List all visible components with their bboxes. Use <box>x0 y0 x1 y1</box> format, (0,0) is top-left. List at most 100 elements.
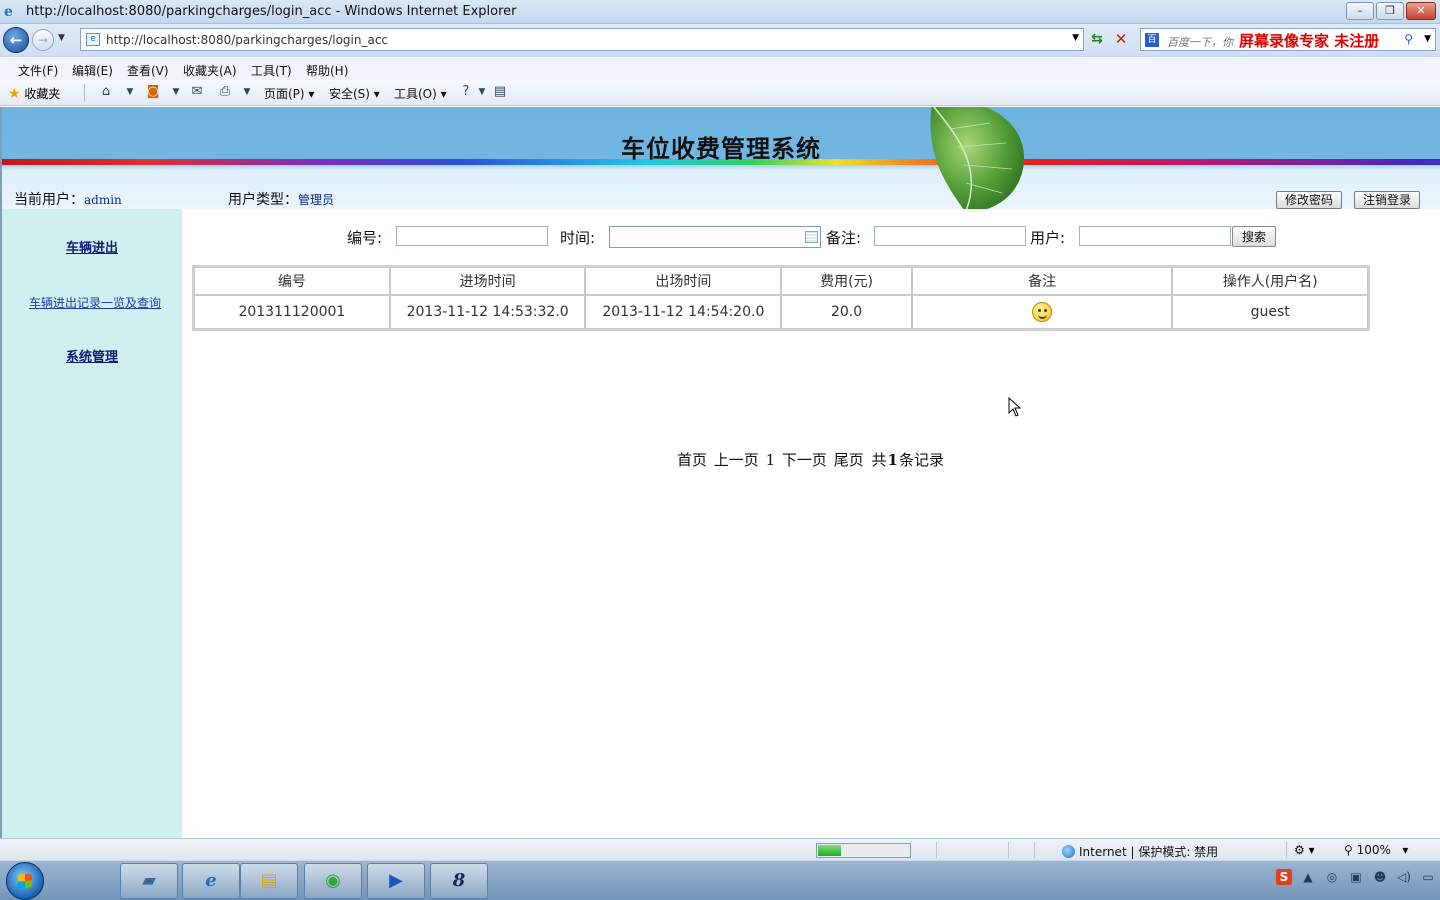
sogou-input-icon[interactable]: S <box>1276 869 1292 885</box>
taskbar-app-explorer-icon[interactable]: ▤ <box>240 863 298 899</box>
address-bar: ← → ▼ e http://localhost:8080/parkingcha… <box>0 24 1440 56</box>
user-input[interactable] <box>1079 226 1231 246</box>
safety-menu-label: 安全(S) <box>329 87 370 101</box>
start-button[interactable] <box>6 862 44 900</box>
page-icon: e <box>86 33 100 46</box>
network-icon[interactable]: ◎ <box>1324 869 1340 885</box>
taskbar-app-notepad-icon[interactable]: ▰ <box>120 863 178 899</box>
sidebar: 车辆进出 车辆进出记录一览及查询 系统管理 <box>2 209 182 838</box>
zoom-control[interactable]: ⚲ 100% ▾ <box>1344 843 1408 857</box>
user-type: 用户类型：管理员 <box>228 189 334 209</box>
logout-button[interactable]: 注销登录 <box>1354 191 1421 209</box>
compat-icon[interactable]: ⚙ ▾ <box>1294 843 1315 857</box>
sidebar-item-records[interactable]: 车辆进出记录一览及查询 <box>2 294 188 311</box>
tools-menu-label: 工具(O) <box>394 87 437 101</box>
close-button[interactable]: ✕ <box>1406 2 1436 20</box>
taskbar-app-player-icon[interactable]: ▶ <box>367 863 425 899</box>
action-center-icon[interactable]: ▭ <box>1420 869 1436 885</box>
menu-favorites[interactable]: 收藏夹(A) <box>183 62 237 79</box>
current-user-label: 当前用户： <box>14 192 84 208</box>
back-button[interactable]: ← <box>3 27 29 53</box>
page-menu-label: 页面(P) <box>264 87 305 101</box>
rss-icon[interactable]: ◙ <box>145 84 161 100</box>
taskbar-app-ie-icon[interactable]: e <box>182 863 240 899</box>
help-icon[interactable]: ? <box>458 84 474 100</box>
forward-button[interactable]: → <box>32 29 54 51</box>
prev-page-link[interactable]: 上一页 <box>714 451 759 469</box>
rss-dropdown-icon[interactable]: ▼ <box>168 84 184 100</box>
taskbar-app-browser-icon[interactable]: ◉ <box>304 863 362 899</box>
sidebar-item-vehicle[interactable]: 车辆进出 <box>2 237 182 256</box>
research-icon[interactable]: ▤ <box>492 84 508 100</box>
id-input[interactable] <box>396 226 548 246</box>
menu-tools[interactable]: 工具(T) <box>251 62 292 79</box>
user-type-value: 管理员 <box>298 193 335 207</box>
search-field[interactable]: 百 百度一下，你 屏幕录像专家 未注册 ⚲ ▼ <box>1140 28 1436 51</box>
cell-exit-time: 2013-11-12 14:54:20.0 <box>585 295 782 329</box>
status-divider <box>1008 842 1009 858</box>
current-user: 当前用户：admin <box>14 189 122 209</box>
url-dropdown-icon[interactable]: ▼ <box>1072 33 1079 43</box>
restore-button[interactable]: ❐ <box>1376 2 1404 20</box>
home-icon[interactable]: ⌂ <box>98 84 114 100</box>
pagination: 首页 上一页 1 下一页 尾页 共1条记录 <box>182 449 1440 470</box>
taskbar: ▰ e ▤ ◉ ▶ 8 S ▲ ◎ ▣ ☻ ◁) ▭ <box>0 860 1440 900</box>
current-user-value: admin <box>84 193 122 207</box>
recorder-watermark: 屏幕录像专家 未注册 <box>1239 32 1380 50</box>
column-header: 备注 <box>911 267 1173 295</box>
column-header: 出场时间 <box>585 267 782 295</box>
mail-icon[interactable]: ✉ <box>189 84 205 100</box>
menu-view[interactable]: 查看(V) <box>127 62 169 79</box>
security-zone[interactable]: Internet | 保护模式: 禁用 <box>1062 843 1218 860</box>
security-zone-text: Internet | 保护模式: 禁用 <box>1079 845 1219 859</box>
smiley-icon <box>1032 302 1053 322</box>
column-header: 进场时间 <box>389 267 586 295</box>
command-bar: ★ 收藏夹 ⌂ ▼ ◙ ▼ ✉ ⎙ ▼ 页面(P) ▾ 安全(S) ▾ 工具(O… <box>0 80 1440 106</box>
search-dropdown-icon[interactable]: ▼ <box>1424 34 1431 44</box>
window-title: http://localhost:8080/parkingcharges/log… <box>26 4 517 19</box>
last-page-link[interactable]: 尾页 <box>834 451 864 469</box>
home-dropdown-icon[interactable]: ▼ <box>122 84 138 100</box>
sidebar-item-system[interactable]: 系统管理 <box>2 346 182 365</box>
help-dropdown-icon[interactable]: ▼ <box>474 84 490 100</box>
minimize-button[interactable]: – <box>1346 2 1374 20</box>
table-header-row: 编号 进场时间 出场时间 费用(元) 备注 操作人(用户名) <box>194 267 1368 295</box>
web-page: 车位收费管理系统 当前用户：admin 用户类型：管理员 修改密码 注销登录 车… <box>0 107 1440 838</box>
menu-help[interactable]: 帮助(H) <box>306 62 348 79</box>
recent-pages-dropdown[interactable]: ▼ <box>58 33 65 43</box>
next-page-link[interactable]: 下一页 <box>782 451 827 469</box>
refresh-button[interactable]: ⇆ <box>1088 30 1106 48</box>
tray-expand-icon[interactable]: ▲ <box>1300 869 1316 885</box>
toolbar-separator <box>84 84 85 102</box>
star-icon: ★ <box>8 86 21 102</box>
url-field[interactable]: e http://localhost:8080/parkingcharges/l… <box>80 28 1084 51</box>
safety-menu[interactable]: 安全(S) ▾ <box>329 85 380 102</box>
mouse-cursor-icon <box>1008 397 1022 417</box>
search-icon[interactable]: ⚲ <box>1404 32 1413 46</box>
qq-icon[interactable]: ☻ <box>1372 869 1388 885</box>
print-dropdown-icon[interactable]: ▼ <box>239 84 255 100</box>
window-titlebar: e http://localhost:8080/parkingcharges/l… <box>0 0 1440 24</box>
page-menu[interactable]: 页面(P) ▾ <box>264 85 314 102</box>
volume-icon[interactable]: ◁) <box>1396 869 1412 885</box>
tools-menu[interactable]: 工具(O) ▾ <box>394 85 447 102</box>
column-header: 费用(元) <box>781 267 912 295</box>
first-page-link[interactable]: 首页 <box>677 451 707 469</box>
taskbar-app-eclipse-icon[interactable]: 8 <box>430 863 488 899</box>
search-placeholder: 百度一下，你 <box>1167 36 1233 49</box>
header-banner: 车位收费管理系统 当前用户：admin 用户类型：管理员 修改密码 注销登录 <box>2 107 1440 209</box>
print-icon[interactable]: ⎙ <box>217 84 233 100</box>
favorites-button[interactable]: ★ 收藏夹 <box>8 85 60 102</box>
user-label: 用户: <box>1030 229 1066 247</box>
tray-app-icon[interactable]: ▣ <box>1348 869 1364 885</box>
search-button[interactable]: 搜索 <box>1232 226 1276 247</box>
stop-button[interactable]: ✕ <box>1112 30 1130 48</box>
remark-input[interactable] <box>874 226 1026 246</box>
menu-file[interactable]: 文件(F) <box>18 62 58 79</box>
favorites-label: 收藏夹 <box>24 87 61 101</box>
time-input[interactable] <box>609 226 821 248</box>
menu-edit[interactable]: 编辑(E) <box>72 62 113 79</box>
change-password-button[interactable]: 修改密码 <box>1276 191 1343 209</box>
cell-id: 201311120001 <box>194 295 390 329</box>
calendar-icon[interactable] <box>805 231 818 243</box>
